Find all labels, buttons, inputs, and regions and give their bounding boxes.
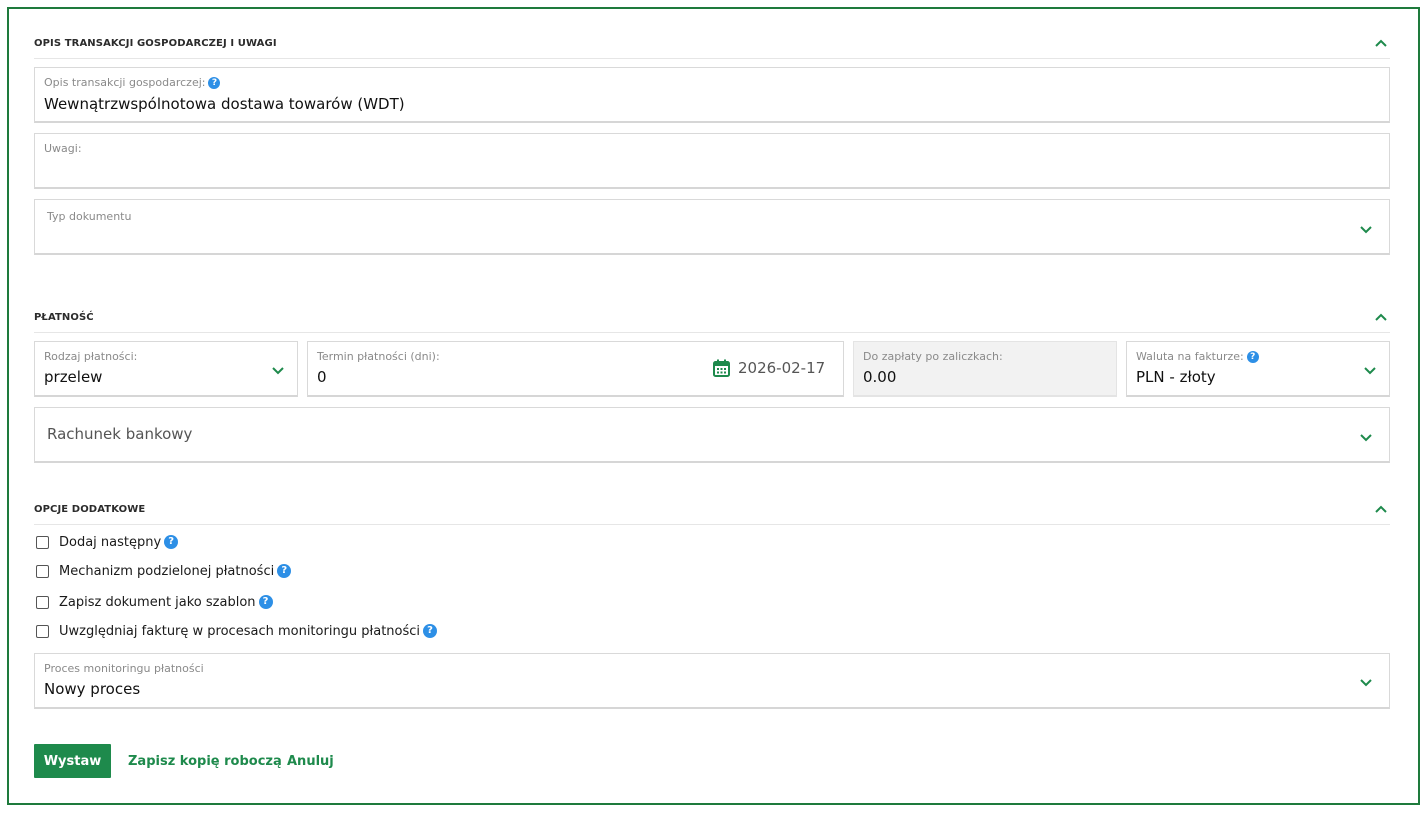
submit-button[interactable]: Wystaw xyxy=(34,744,111,778)
section-payment-header[interactable]: PŁATNOŚĆ xyxy=(34,307,1390,333)
payment-method-value: przelew xyxy=(44,368,103,386)
payment-term-label: Termin płatności (dni): xyxy=(317,350,440,363)
bank-account-select[interactable]: Rachunek bankowy xyxy=(34,407,1390,463)
save-draft-link[interactable]: Zapisz kopię roboczą xyxy=(128,754,282,769)
help-icon[interactable]: ? xyxy=(164,535,179,549)
cancel-link[interactable]: Anuluj xyxy=(287,754,334,769)
section-description-header[interactable]: OPIS TRANSAKCJI GOSPODARCZEJ I UWAGI xyxy=(34,33,1390,59)
monitoring-checkbox[interactable] xyxy=(36,624,49,638)
split-payment-label: Mechanizm podzielonej płatności xyxy=(59,563,275,579)
amount-due-field: Do zapłaty po zaliczkach: 0.00 xyxy=(853,341,1117,397)
currency-value: PLN - złoty xyxy=(1136,368,1216,386)
save-template-checkbox[interactable] xyxy=(36,595,49,609)
transaction-description-field[interactable]: Opis transakcji gospodarczej:? Wewnątrzw… xyxy=(34,67,1390,123)
notes-field[interactable]: Uwagi: xyxy=(34,133,1390,189)
chevron-down-icon xyxy=(272,367,284,375)
calendar-icon[interactable] xyxy=(713,359,730,377)
transaction-description-label: Opis transakcji gospodarczej:? xyxy=(44,76,221,89)
checkbox-row-save-template[interactable]: Zapisz dokument jako szablon ? xyxy=(36,593,273,611)
transaction-description-value: Wewnątrzwspólnotowa dostawa towarów (WDT… xyxy=(44,95,405,113)
amount-due-value: 0.00 xyxy=(863,368,897,386)
chevron-down-icon xyxy=(1360,434,1372,442)
payment-term-field[interactable]: Termin płatności (dni): 0 2026-02-17 xyxy=(307,341,844,397)
help-icon[interactable]: ? xyxy=(258,595,273,609)
checkbox-row-split-payment[interactable]: Mechanizm podzielonej płatności ? xyxy=(36,562,292,580)
help-icon[interactable]: ? xyxy=(1246,351,1259,363)
help-icon[interactable]: ? xyxy=(277,564,292,578)
help-icon[interactable]: ? xyxy=(423,624,438,638)
checkbox-row-add-next[interactable]: Dodaj następny ? xyxy=(36,533,179,551)
document-type-label: Typ dokumentu xyxy=(47,210,132,223)
currency-label: Waluta na fakturze:? xyxy=(1136,350,1259,363)
add-next-label: Dodaj następny xyxy=(59,534,162,550)
document-type-select[interactable]: Typ dokumentu xyxy=(34,199,1390,255)
monitoring-process-select[interactable]: Proces monitoringu płatności Nowy proces xyxy=(34,653,1390,709)
invoice-form-frame: OPIS TRANSAKCJI GOSPODARCZEJ I UWAGI Opi… xyxy=(7,7,1420,805)
monitoring-label: Uwzględniaj fakturę w procesach monitori… xyxy=(59,623,421,639)
payment-term-value: 0 xyxy=(317,368,327,386)
section-options-header[interactable]: OPCJE DODATKOWE xyxy=(34,499,1390,525)
chevron-down-icon xyxy=(1360,679,1372,687)
payment-method-label: Rodzaj płatności: xyxy=(44,350,138,363)
help-icon[interactable]: ? xyxy=(208,77,221,89)
chevron-up-icon[interactable] xyxy=(1374,502,1388,516)
monitoring-process-label: Proces monitoringu płatności xyxy=(44,662,204,675)
chevron-up-icon[interactable] xyxy=(1374,310,1388,324)
split-payment-checkbox[interactable] xyxy=(36,564,49,578)
chevron-down-icon xyxy=(1364,367,1376,375)
monitoring-process-value: Nowy proces xyxy=(44,680,141,698)
save-template-label: Zapisz dokument jako szablon xyxy=(59,594,256,610)
notes-label: Uwagi: xyxy=(44,142,82,155)
chevron-up-icon[interactable] xyxy=(1374,36,1388,50)
section-payment-title: PŁATNOŚĆ xyxy=(34,312,94,323)
add-next-checkbox[interactable] xyxy=(36,535,49,549)
currency-select[interactable]: Waluta na fakturze:? PLN - złoty xyxy=(1126,341,1390,397)
section-description-title: OPIS TRANSAKCJI GOSPODARCZEJ I UWAGI xyxy=(34,38,277,49)
bank-account-placeholder: Rachunek bankowy xyxy=(47,425,193,443)
section-options-title: OPCJE DODATKOWE xyxy=(34,504,146,515)
payment-due-date[interactable]: 2026-02-17 xyxy=(738,359,825,377)
amount-due-label: Do zapłaty po zaliczkach: xyxy=(863,350,1003,363)
chevron-down-icon xyxy=(1360,226,1372,234)
payment-method-select[interactable]: Rodzaj płatności: przelew xyxy=(34,341,298,397)
checkbox-row-monitoring[interactable]: Uwzględniaj fakturę w procesach monitori… xyxy=(36,622,438,640)
